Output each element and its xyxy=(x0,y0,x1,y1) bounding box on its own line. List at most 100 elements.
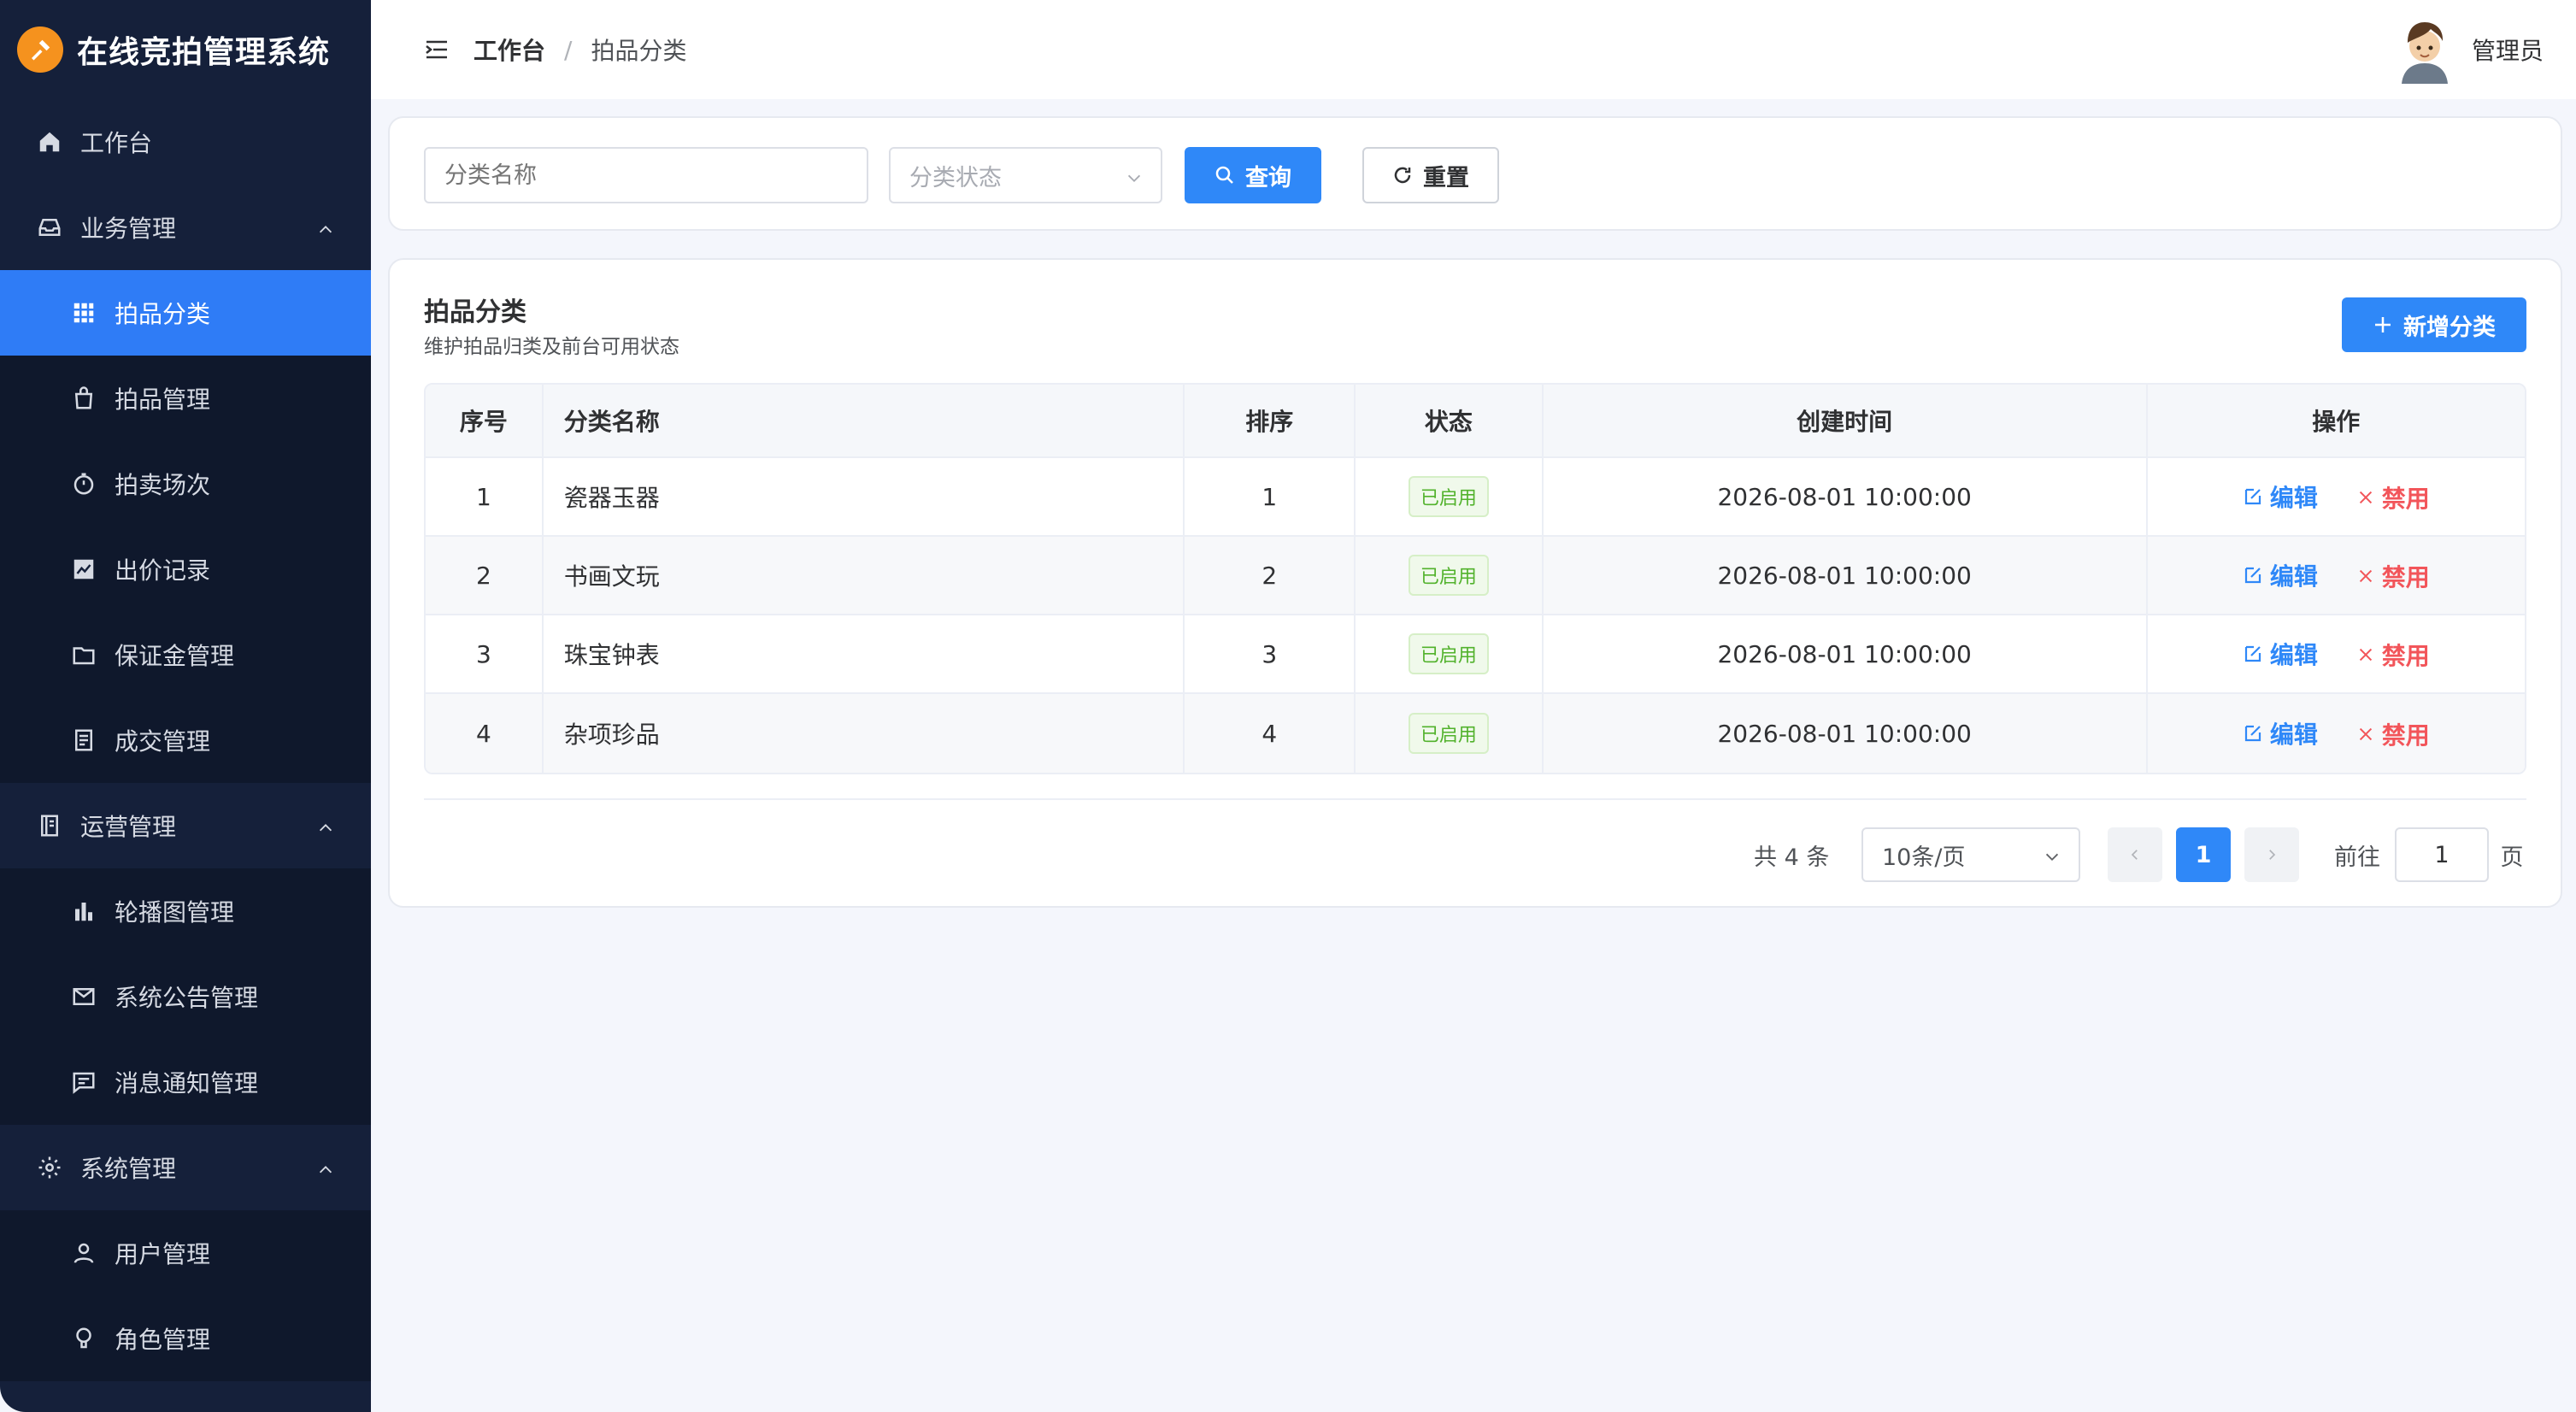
sidebar-group-operations[interactable]: 运营管理 xyxy=(0,783,371,868)
edit-button[interactable]: 编辑 xyxy=(2243,716,2318,750)
edit-button[interactable]: 编辑 xyxy=(2243,479,2318,514)
edit-button[interactable]: 编辑 xyxy=(2243,637,2318,671)
category-status-select[interactable]: 分类状态 xyxy=(889,147,1162,203)
user-name[interactable]: 管理员 xyxy=(2472,32,2544,67)
mail-icon xyxy=(70,983,97,1010)
cell-actions: 编辑 禁用 xyxy=(2147,458,2525,537)
chevron-up-icon xyxy=(316,217,335,245)
menu-fold-icon[interactable] xyxy=(422,35,451,64)
disable-button[interactable]: 禁用 xyxy=(2356,717,2430,751)
edit-icon xyxy=(2243,723,2263,744)
sidebar-item-label: 拍品分类 xyxy=(115,300,211,328)
sidebar-item-sessions[interactable]: 拍卖场次 xyxy=(0,441,371,527)
bag-icon xyxy=(70,385,97,412)
prev-page-button[interactable] xyxy=(2108,827,2162,882)
disable-label: 禁用 xyxy=(2381,484,2430,513)
home-icon xyxy=(36,128,63,156)
trend-chart-icon xyxy=(70,556,97,583)
edit-label: 编辑 xyxy=(2269,562,2318,591)
sidebar-item-category[interactable]: 拍品分类 xyxy=(0,270,371,356)
add-category-label: 新增分类 xyxy=(2403,314,2496,341)
query-button[interactable]: 查询 xyxy=(1185,147,1321,203)
edit-icon xyxy=(2243,644,2263,664)
table-header-row: 序号 分类名称 排序 状态 创建时间 操作 xyxy=(426,385,2525,458)
sidebar-item-label: 出价记录 xyxy=(115,556,211,585)
bar-chart-icon xyxy=(70,897,97,925)
page-number-current[interactable]: 1 xyxy=(2176,827,2231,882)
sidebar-menu: 工作台 业务管理 拍品分类 拍品管理 拍卖场次 出价记录 保证金管理 成交管理 … xyxy=(0,99,371,1381)
pagination-divider xyxy=(424,798,2526,800)
gavel-icon xyxy=(17,26,63,73)
cell-actions: 编辑 禁用 xyxy=(2147,537,2525,615)
cell-created: 2026-08-01 10:00:00 xyxy=(1543,615,2148,694)
sidebar-item-banners[interactable]: 轮播图管理 xyxy=(0,868,371,954)
category-panel: 拍品分类 维护拍品归类及前台可用状态 新增分类 序号 分类名称 排序 状态 创建… xyxy=(388,258,2562,908)
chevron-down-icon xyxy=(1125,168,1144,194)
sidebar-item-notifications[interactable]: 消息通知管理 xyxy=(0,1039,371,1125)
sidebar-item-roles[interactable]: 角色管理 xyxy=(0,1296,371,1381)
cell-actions: 编辑 禁用 xyxy=(2147,615,2525,694)
top-header: 工作台 / 拍品分类 管理员 xyxy=(371,0,2576,99)
sidebar-item-deals[interactable]: 成交管理 xyxy=(0,697,371,783)
app-title: 在线竞拍管理系统 xyxy=(77,35,331,70)
sidebar: 在线竞拍管理系统 工作台 业务管理 拍品分类 拍品管理 拍卖场次 出价记录 保证… xyxy=(0,0,371,1412)
notebook-icon xyxy=(36,812,63,839)
grid-icon xyxy=(70,299,97,327)
sidebar-group-business[interactable]: 业务管理 xyxy=(0,185,371,270)
page-size-select[interactable]: 10条/页 xyxy=(1861,827,2080,882)
category-name-input[interactable] xyxy=(424,147,868,203)
sidebar-item-label: 成交管理 xyxy=(115,727,211,756)
inbox-icon xyxy=(36,214,63,241)
cell-status: 已启用 xyxy=(1356,694,1544,773)
breadcrumb-home[interactable]: 工作台 xyxy=(473,32,545,67)
cell-name: 杂项珍品 xyxy=(543,694,1185,773)
wallet-icon xyxy=(70,641,97,668)
cell-status: 已启用 xyxy=(1356,615,1544,694)
table-row: 1 瓷器玉器 1 已启用 2026-08-01 10:00:00 编辑 禁用 xyxy=(426,458,2525,537)
add-category-button[interactable]: 新增分类 xyxy=(2342,297,2526,352)
sidebar-item-label: 消息通知管理 xyxy=(115,1069,259,1097)
status-badge: 已启用 xyxy=(1408,476,1489,517)
disable-label: 禁用 xyxy=(2381,562,2430,591)
category-table: 序号 分类名称 排序 状态 创建时间 操作 1 瓷器玉器 1 已启用 2026-… xyxy=(424,383,2526,774)
sidebar-group-system[interactable]: 系统管理 xyxy=(0,1125,371,1210)
plus-icon xyxy=(2373,315,2393,335)
edit-label: 编辑 xyxy=(2269,483,2318,512)
search-panel: 分类状态 查询 重置 xyxy=(388,116,2562,231)
reset-button-label: 重置 xyxy=(1423,164,1469,191)
sidebar-item-users[interactable]: 用户管理 xyxy=(0,1210,371,1296)
sidebar-item-workbench[interactable]: 工作台 xyxy=(0,99,371,185)
disable-button[interactable]: 禁用 xyxy=(2356,559,2430,593)
refresh-icon xyxy=(1392,165,1413,185)
sidebar-item-label: 系统公告管理 xyxy=(115,984,259,1012)
sidebar-item-announcements[interactable]: 系统公告管理 xyxy=(0,954,371,1039)
edit-button[interactable]: 编辑 xyxy=(2243,558,2318,592)
reset-button[interactable]: 重置 xyxy=(1362,147,1499,203)
disable-label: 禁用 xyxy=(2381,641,2430,670)
avatar[interactable] xyxy=(2393,15,2456,84)
sidebar-item-label: 保证金管理 xyxy=(115,642,235,670)
breadcrumb-current: 拍品分类 xyxy=(591,37,687,65)
close-icon xyxy=(2356,725,2375,744)
edit-icon xyxy=(2243,486,2263,507)
disable-button[interactable]: 禁用 xyxy=(2356,638,2430,672)
column-header: 分类名称 xyxy=(543,385,1185,458)
lightbulb-icon xyxy=(70,1325,97,1352)
gear-icon xyxy=(36,1154,63,1181)
chevron-right-icon xyxy=(2264,842,2279,868)
cell-index: 2 xyxy=(426,537,544,615)
disable-label: 禁用 xyxy=(2381,721,2430,750)
sidebar-item-items[interactable]: 拍品管理 xyxy=(0,356,371,441)
sidebar-item-bids[interactable]: 出价记录 xyxy=(0,527,371,612)
sidebar-item-deposit[interactable]: 保证金管理 xyxy=(0,612,371,697)
breadcrumb: 工作台 / 拍品分类 xyxy=(473,32,686,67)
user-menu[interactable]: 管理员 xyxy=(2393,15,2544,84)
next-page-button[interactable] xyxy=(2244,827,2299,882)
cell-index: 4 xyxy=(426,694,544,773)
disable-button[interactable]: 禁用 xyxy=(2356,480,2430,515)
goto-page-input[interactable] xyxy=(2395,827,2489,882)
cell-created: 2026-08-01 10:00:00 xyxy=(1543,458,2148,537)
sidebar-item-label: 运营管理 xyxy=(80,813,177,841)
chevron-up-icon xyxy=(316,815,335,844)
pagination-total: 共 4 条 xyxy=(1754,844,1830,871)
